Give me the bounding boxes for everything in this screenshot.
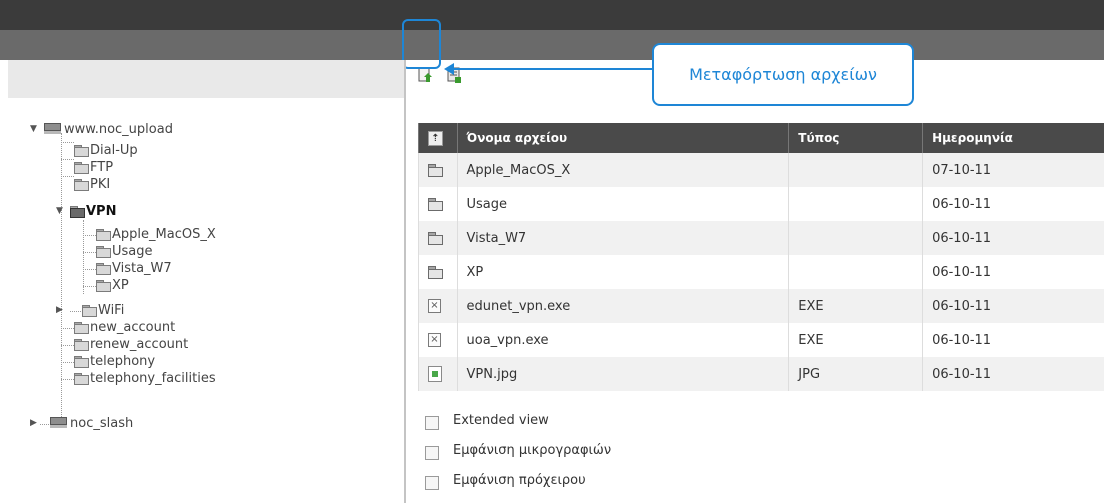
tree-node-label: WiFi: [98, 303, 125, 318]
folder-icon: [74, 339, 89, 351]
tree-node-label: renew_account: [90, 337, 189, 352]
exe-file-icon: ×: [428, 299, 441, 313]
folder-icon: [428, 163, 443, 177]
file-date: 06-10-11: [922, 255, 1104, 289]
table-row[interactable]: XP 06-10-11: [418, 255, 1104, 289]
tree-node-label: www.noc_upload: [64, 122, 173, 137]
table-row[interactable]: × uoa_vpn.exe EXE 06-10-11: [418, 323, 1104, 357]
file-table: ⇡ Όνομα αρχείου Τύπος Ημερομηνία Apple_M…: [418, 123, 1104, 391]
expand-arrow-icon[interactable]: ▼: [56, 203, 63, 220]
file-type: JPG: [788, 357, 923, 391]
table-row[interactable]: Usage 06-10-11: [418, 187, 1104, 221]
file-name[interactable]: XP: [456, 255, 789, 289]
tree-node-label: VPN: [86, 204, 117, 219]
folder-icon: [74, 373, 89, 385]
sort-column-header[interactable]: ⇡: [418, 123, 458, 153]
expand-arrow-icon[interactable]: ▶: [30, 415, 37, 432]
tree-header: [8, 60, 405, 98]
file-date: 06-10-11: [922, 187, 1104, 221]
folder-icon: [428, 265, 443, 279]
folder-icon: [74, 162, 89, 174]
top-bar: [0, 0, 1104, 30]
file-type: [788, 153, 923, 187]
folder-icon: [82, 305, 97, 317]
file-name[interactable]: Apple_MacOS_X: [456, 153, 789, 187]
folder-icon: [428, 231, 443, 245]
folder-icon: [74, 145, 89, 157]
file-date: 06-10-11: [922, 357, 1104, 391]
tree-node-label: FTP: [90, 160, 114, 175]
upload-file-icon[interactable]: [418, 67, 432, 83]
tree-node-label: noc_slash: [70, 416, 134, 431]
column-header-name[interactable]: Όνομα αρχείου: [456, 123, 789, 153]
table-header-row: ⇡ Όνομα αρχείου Τύπος Ημερομηνία: [418, 123, 1104, 153]
table-row[interactable]: VPN.jpg JPG 06-10-11: [418, 357, 1104, 391]
table-row[interactable]: Vista_W7 06-10-11: [418, 221, 1104, 255]
exe-file-icon: ×: [428, 333, 441, 347]
callout-arrow-head: [444, 63, 454, 75]
expand-arrow-icon[interactable]: ▼: [30, 121, 37, 138]
folder-icon: [428, 197, 443, 211]
file-name[interactable]: Usage: [456, 187, 789, 221]
callout-arrow: [452, 68, 652, 70]
show-thumbnails-checkbox[interactable]: [425, 446, 439, 460]
file-name[interactable]: edunet_vpn.exe: [456, 289, 789, 323]
folder-tree: ▼ www.noc_upload Dial-Up FTP PKI ▼ VPN A…: [0, 98, 404, 503]
file-date: 06-10-11: [922, 323, 1104, 357]
upload-highlight-box: [402, 19, 441, 69]
option-label: Extended view: [453, 413, 549, 428]
folder-icon: [74, 322, 89, 334]
table-row[interactable]: × edunet_vpn.exe EXE 06-10-11: [418, 289, 1104, 323]
file-type: [788, 255, 923, 289]
file-name[interactable]: Vista_W7: [456, 221, 789, 255]
tree-node-label: XP: [112, 278, 129, 293]
option-label: Εμφάνιση πρόχειρου: [453, 473, 586, 488]
file-type: [788, 221, 923, 255]
tree-node-label: Apple_MacOS_X: [112, 227, 216, 242]
server-icon: [44, 123, 61, 135]
column-header-type[interactable]: Τύπος: [788, 123, 923, 153]
option-label: Εμφάνιση μικρογραφιών: [453, 443, 612, 458]
file-type: [788, 187, 923, 221]
file-date: 06-10-11: [922, 221, 1104, 255]
folder-icon: [74, 179, 89, 191]
table-row[interactable]: Apple_MacOS_X 07-10-11: [418, 153, 1104, 187]
expand-arrow-icon[interactable]: ▶: [56, 302, 63, 319]
folder-open-icon: [70, 206, 85, 218]
pane-divider[interactable]: [404, 60, 406, 503]
tree-node-label: new_account: [90, 320, 176, 335]
folder-icon: [96, 263, 111, 275]
file-date: 06-10-11: [922, 289, 1104, 323]
folder-icon: [74, 356, 89, 368]
extended-view-checkbox[interactable]: [425, 416, 439, 430]
tree-node-label: telephony: [90, 354, 156, 369]
file-date: 07-10-11: [922, 153, 1104, 187]
folder-icon: [96, 280, 111, 292]
file-name[interactable]: VPN.jpg: [456, 357, 789, 391]
upload-callout: Μεταφόρτωση αρχείων: [652, 43, 914, 106]
tree-node-label: Dial-Up: [90, 143, 138, 158]
server-icon: [50, 417, 67, 429]
tree-node-label: PKI: [90, 177, 111, 192]
image-file-icon: [428, 366, 442, 382]
toolbar: ↻: [0, 30, 1104, 83]
file-type: EXE: [788, 323, 923, 357]
tree-node-label: Vista_W7: [112, 261, 172, 276]
file-name[interactable]: uoa_vpn.exe: [456, 323, 789, 357]
tree-node-label: Usage: [112, 244, 153, 259]
file-type: EXE: [788, 289, 923, 323]
folder-icon: [96, 229, 111, 241]
sort-icon[interactable]: ⇡: [428, 131, 443, 146]
column-header-date[interactable]: Ημερομηνία: [922, 123, 1104, 153]
folder-icon: [96, 246, 111, 258]
show-clipboard-checkbox[interactable]: [425, 476, 439, 490]
tree-node-label: telephony_facilities: [90, 371, 216, 386]
